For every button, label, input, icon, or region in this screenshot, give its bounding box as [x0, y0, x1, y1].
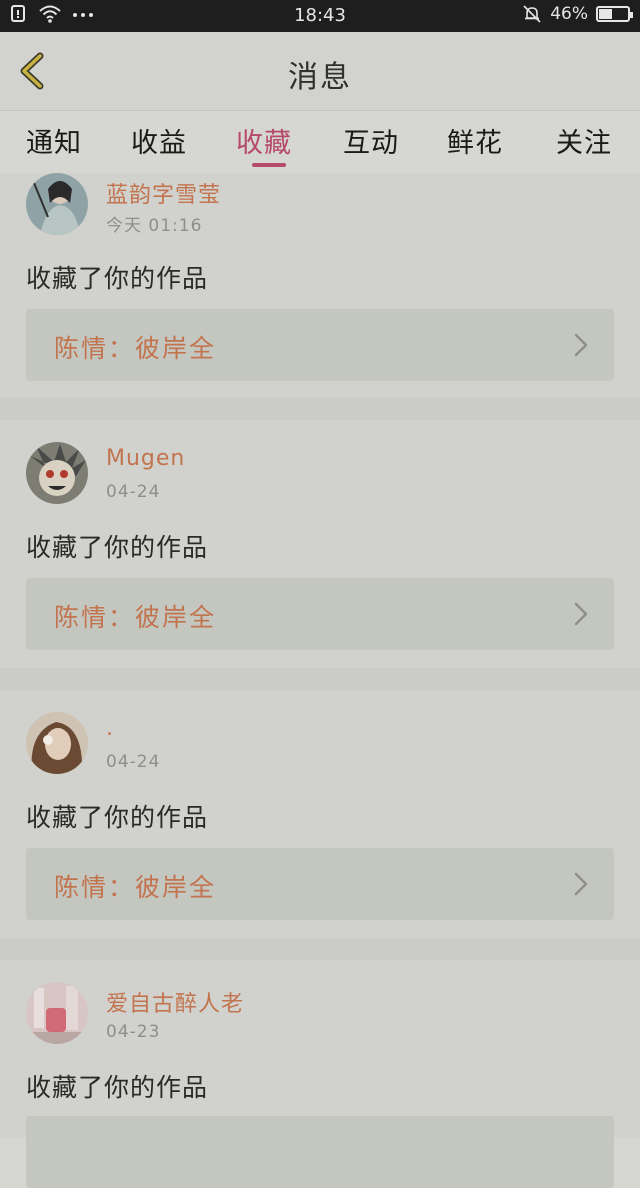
avatar-image-icon [26, 982, 88, 1044]
divider [0, 668, 640, 690]
chevron-right-icon [574, 602, 588, 626]
tab-interactions[interactable]: 互动 [343, 121, 399, 160]
battery-icon [596, 6, 633, 22]
message-time: 04-24 [106, 482, 161, 502]
tab-earnings[interactable]: 收益 [131, 121, 187, 160]
message-action-text: 收藏了你的作品 [26, 1073, 209, 1102]
avatar-image-icon [26, 173, 88, 235]
work-title: 陈情：彼岸全 [54, 603, 217, 632]
list-item: 蓝韵字雪莹 今天 01:16 收藏了你的作品 陈情：彼岸全 [0, 173, 640, 398]
work-link[interactable]: 陈情：彼岸全 [26, 848, 614, 920]
status-bar: 18:43 46% [0, 0, 640, 32]
user-name[interactable]: 蓝韵字雪莹 [106, 177, 221, 209]
app-header: 消息 [0, 32, 640, 111]
avatar-image-icon [26, 712, 88, 774]
tab-bar: 通知 收益 收藏 互动 鲜花 关注 [0, 111, 640, 173]
work-title: 陈情：彼岸全 [54, 873, 217, 902]
message-time: 04-24 [106, 752, 161, 772]
divider [0, 938, 640, 960]
avatar[interactable] [26, 442, 88, 504]
user-name[interactable]: 爱自古醉人老 [106, 986, 244, 1018]
avatar[interactable] [26, 173, 88, 235]
work-title: 陈情：彼岸全 [54, 334, 217, 363]
message-action-text: 收藏了你的作品 [26, 533, 209, 562]
avatar-image-icon [26, 442, 88, 504]
avatar[interactable] [26, 712, 88, 774]
list-item: 爱自古醉人老 04-23 收藏了你的作品 [0, 960, 640, 1188]
message-time: 04-23 [106, 1022, 161, 1042]
page-title: 消息 [288, 60, 352, 95]
active-tab-indicator [252, 163, 286, 167]
work-link[interactable]: 陈情：彼岸全 [26, 578, 614, 650]
mute-bell-icon [523, 5, 541, 23]
work-link[interactable]: 陈情：彼岸全 [26, 309, 614, 381]
message-action-text: 收藏了你的作品 [26, 803, 209, 832]
list-item: . 04-24 收藏了你的作品 陈情：彼岸全 [0, 690, 640, 938]
list-item: Mugen 04-24 收藏了你的作品 陈情：彼岸全 [0, 420, 640, 668]
user-name[interactable]: Mugen [106, 446, 185, 471]
chevron-right-icon [574, 872, 588, 896]
divider [0, 398, 640, 420]
avatar[interactable] [26, 982, 88, 1044]
status-right-icons: 46% [522, 4, 633, 24]
tab-favorites[interactable]: 收藏 [236, 121, 292, 160]
chevron-right-icon [574, 333, 588, 357]
tab-following[interactable]: 关注 [556, 121, 612, 160]
battery-fill [599, 9, 612, 19]
tab-flowers[interactable]: 鲜花 [447, 121, 503, 160]
work-link[interactable] [26, 1116, 614, 1188]
battery-percent: 46% [550, 4, 588, 24]
tab-notifications[interactable]: 通知 [26, 121, 82, 160]
user-name[interactable]: . [106, 716, 114, 741]
message-time: 今天 01:16 [106, 216, 203, 236]
message-action-text: 收藏了你的作品 [26, 264, 209, 293]
